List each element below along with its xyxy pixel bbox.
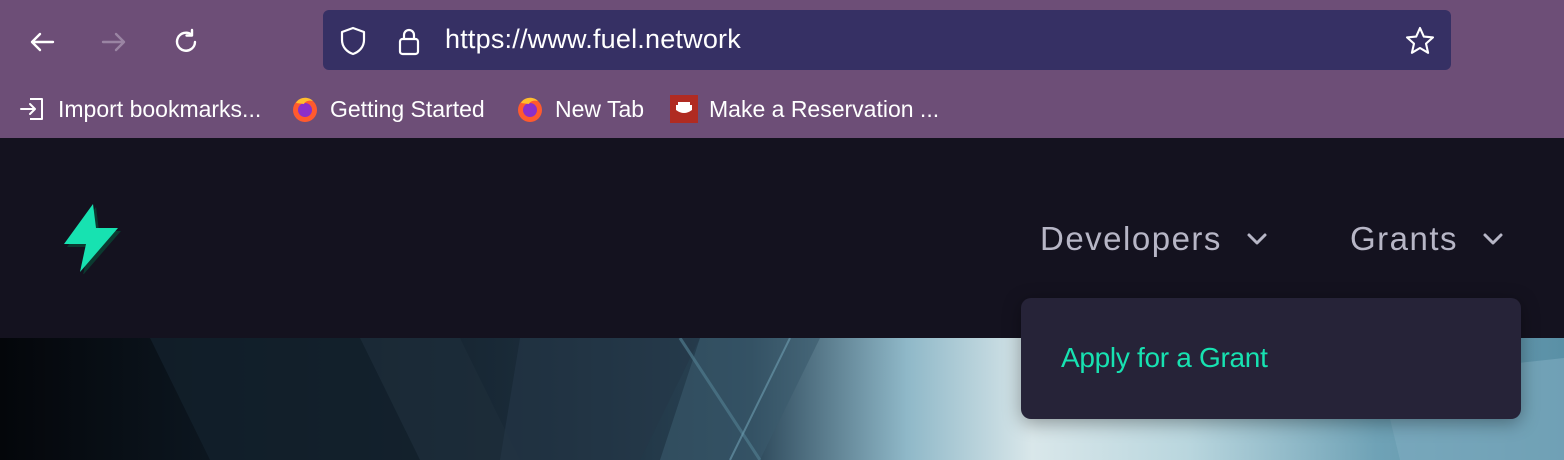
back-button[interactable] xyxy=(22,22,62,62)
shield-icon[interactable] xyxy=(337,25,369,57)
star-icon[interactable] xyxy=(1404,25,1436,57)
lightning-bolt-icon[interactable] xyxy=(58,202,122,274)
reload-button[interactable] xyxy=(166,22,206,62)
reservation-icon xyxy=(670,95,698,123)
firefox-icon xyxy=(518,97,542,122)
lock-icon[interactable] xyxy=(393,25,425,57)
bookmark-label: Import bookmarks... xyxy=(58,95,262,122)
bookmark-label: Make a Reservation ... xyxy=(709,95,940,122)
apply-for-grant-link[interactable]: Apply for a Grant xyxy=(1061,342,1268,374)
bookmark-label: New Tab xyxy=(555,95,645,122)
reload-icon xyxy=(175,28,197,52)
import-icon xyxy=(20,98,43,120)
nav-grants[interactable]: Grants xyxy=(1350,216,1506,262)
back-arrow-icon xyxy=(30,32,55,52)
browser-toolbar: https://www.fuel.network Import bookmark… xyxy=(0,0,1564,138)
address-bar[interactable]: https://www.fuel.network xyxy=(323,10,1451,70)
bookmarks-bar: Import bookmarks... Getting Started New … xyxy=(0,88,1000,130)
grants-dropdown-menu: Apply for a Grant xyxy=(1021,298,1521,419)
chevron-down-icon xyxy=(1483,233,1503,245)
forward-arrow-icon xyxy=(101,32,126,52)
bookmark-getting-started[interactable]: Getting Started xyxy=(290,88,485,130)
url-text[interactable]: https://www.fuel.network xyxy=(445,24,741,55)
nav-developers-label: Developers xyxy=(1040,220,1222,257)
firefox-icon xyxy=(293,97,317,122)
nav-developers[interactable]: Developers xyxy=(1040,216,1270,262)
bookmark-label: Getting Started xyxy=(330,95,485,122)
bookmark-new-tab[interactable]: New Tab xyxy=(515,88,644,130)
nav-grants-label: Grants xyxy=(1350,220,1459,257)
bookmark-import[interactable]: Import bookmarks... xyxy=(18,88,261,130)
bookmark-reservation[interactable]: Make a Reservation ... xyxy=(669,88,939,130)
forward-button[interactable] xyxy=(94,22,134,62)
chevron-down-icon xyxy=(1247,233,1267,245)
